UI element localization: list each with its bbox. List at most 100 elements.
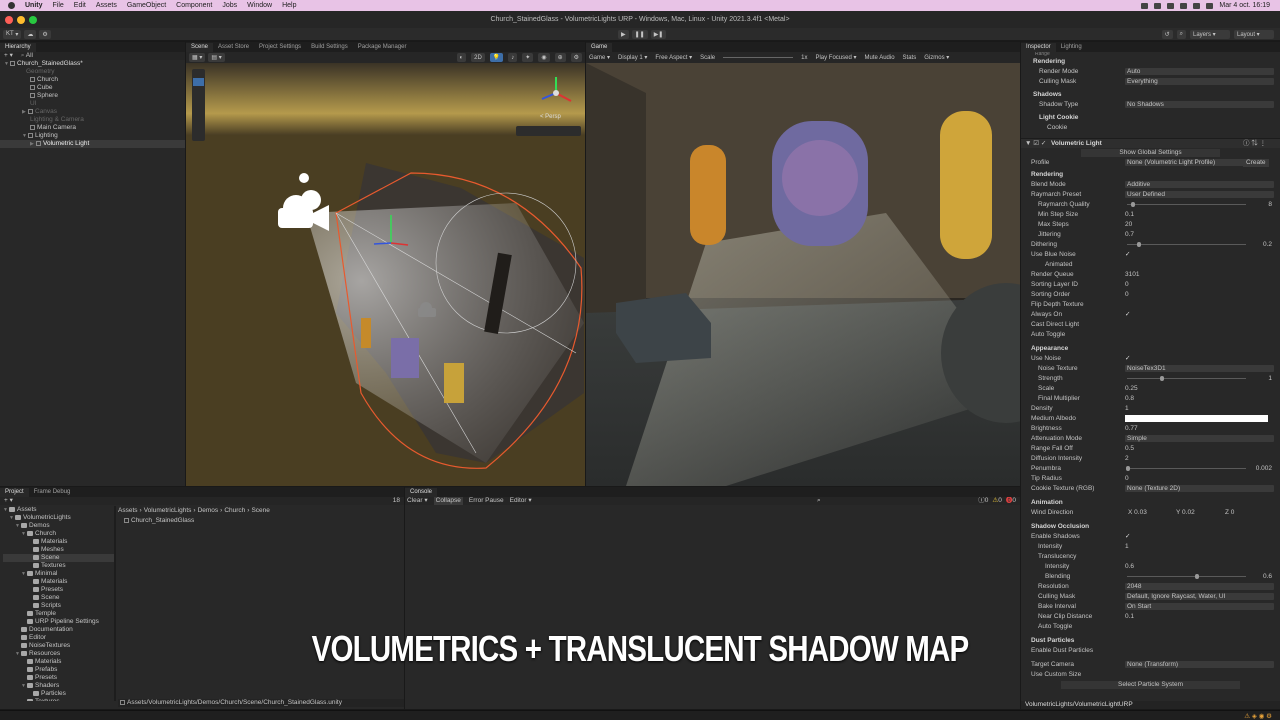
custom-size-row[interactable]: Use Custom Size xyxy=(1021,670,1280,680)
tree-item[interactable]: Scripts xyxy=(3,602,114,610)
tree-item[interactable]: Prefabs xyxy=(3,666,114,674)
menubar-clock[interactable]: Mar 4 oct. 16:19 xyxy=(1219,2,1270,9)
menu-file[interactable]: File xyxy=(53,2,64,9)
menu-jobs[interactable]: Jobs xyxy=(222,2,237,9)
error-pause-toggle[interactable]: Error Pause xyxy=(469,497,504,505)
audio-icon[interactable]: ♪ xyxy=(508,53,518,62)
tree-item[interactable]: Textures xyxy=(3,698,114,701)
prop-dropdown[interactable]: User Defined xyxy=(1125,191,1274,198)
mute-audio-toggle[interactable]: Mute Audio xyxy=(865,55,895,61)
scale-slider[interactable] xyxy=(723,57,794,58)
slider-track[interactable] xyxy=(1127,244,1246,245)
tree-item[interactable]: Materials xyxy=(3,578,114,586)
history-icon[interactable]: ↺ xyxy=(1161,30,1173,39)
tree-item[interactable]: Presets xyxy=(3,674,114,682)
collab-icon[interactable]: ⚙ xyxy=(39,29,51,39)
status-icon[interactable] xyxy=(1154,2,1162,9)
prop-checkbox[interactable]: ✓ xyxy=(1125,354,1274,364)
tree-item[interactable]: ▼ Shaders xyxy=(3,682,114,690)
stats-toggle[interactable]: Stats xyxy=(903,55,917,61)
cloud-icon[interactable]: ☁ xyxy=(24,29,37,39)
move-tool[interactable] xyxy=(193,78,204,86)
console-search-icon[interactable]: ⌕ xyxy=(817,497,821,505)
clear-button[interactable]: Clear ▾ xyxy=(407,497,428,505)
status-icon[interactable] xyxy=(1167,2,1175,9)
prop-value[interactable]: 0.6 xyxy=(1125,562,1274,572)
fx-icon[interactable]: ✦ xyxy=(522,53,534,62)
slider-handle[interactable] xyxy=(1130,202,1135,207)
menu-edit[interactable]: Edit xyxy=(74,2,86,9)
tree-item[interactable]: Temple xyxy=(3,610,114,618)
object-field[interactable]: None (Texture 2D) xyxy=(1125,485,1274,492)
tab-inspector[interactable]: Inspector xyxy=(1021,43,1056,52)
breadcrumb-item[interactable]: VolumetricLights xyxy=(144,507,192,515)
prop-value[interactable]: Additive xyxy=(1125,180,1274,188)
hierarchy-search[interactable]: + ▾ ⌕ All xyxy=(0,52,185,60)
pivot-icon[interactable]: ◐ xyxy=(456,53,467,62)
menu-gameobject[interactable]: GameObject xyxy=(127,2,166,9)
render-mode-dropdown[interactable]: Auto xyxy=(1125,68,1274,75)
slider-value[interactable]: 8 xyxy=(1268,200,1272,210)
message-count[interactable]: ⓿0 xyxy=(1006,497,1016,505)
hierarchy-item[interactable]: Cube xyxy=(0,84,185,92)
hierarchy-item[interactable]: ▶ Canvas xyxy=(0,108,185,116)
hierarchy-item[interactable]: Lighting & Camera xyxy=(0,116,185,124)
menu-component[interactable]: Component xyxy=(176,2,212,9)
prop-value[interactable]: 0 xyxy=(1125,290,1274,300)
slider-handle[interactable] xyxy=(1136,242,1141,247)
game-viewport[interactable] xyxy=(586,63,1020,486)
cookie-header[interactable]: Light Cookie xyxy=(1021,113,1280,123)
prop-dropdown[interactable]: Simple xyxy=(1125,435,1274,442)
pause-button[interactable]: ❚❚ xyxy=(631,30,648,39)
prop-value[interactable]: 3101 xyxy=(1125,270,1274,280)
prop-value[interactable]: None (Texture 2D) xyxy=(1125,484,1274,492)
scene-root[interactable]: ▼ Church_StainedGlass* xyxy=(0,60,185,68)
tree-item[interactable]: ▼ Minimal xyxy=(3,570,114,578)
prop-value[interactable]: On Start xyxy=(1125,602,1274,610)
prop-value[interactable]: 0.8 xyxy=(1125,394,1274,404)
shadow-type-dropdown[interactable]: No Shadows xyxy=(1125,101,1274,108)
tab-hierarchy[interactable]: Hierarchy xyxy=(0,43,36,52)
breadcrumb-item[interactable]: Assets xyxy=(118,507,138,515)
search-icon[interactable] xyxy=(1193,2,1201,9)
prop-checkbox[interactable]: ✓ xyxy=(1125,250,1274,260)
play-focused-dropdown[interactable]: Play Focused ▾ xyxy=(815,54,856,61)
tree-item[interactable]: ▼ Church xyxy=(3,530,114,538)
overlay-toolbar[interactable] xyxy=(516,126,581,136)
tab-scene[interactable]: Scene xyxy=(186,43,214,52)
tab-package-manager[interactable]: Package Manager xyxy=(353,43,412,52)
hierarchy-item[interactable]: ▼ Lighting xyxy=(0,132,185,140)
tree-item[interactable]: Materials xyxy=(3,538,114,546)
splitter[interactable] xyxy=(114,506,116,701)
hidden-icon[interactable]: ◉ xyxy=(538,53,550,62)
hierarchy-item-selected[interactable]: ▶ Volumetric Light xyxy=(0,140,185,148)
tree-item[interactable]: Textures xyxy=(3,562,114,570)
show-global-settings-button[interactable]: Show Global Settings xyxy=(1081,149,1220,157)
slider-value[interactable]: 0.6 xyxy=(1263,572,1272,582)
step-button[interactable]: ▶❚ xyxy=(650,30,667,39)
slider-value[interactable]: 1 xyxy=(1268,374,1272,384)
tree-item[interactable]: Scene xyxy=(3,594,114,602)
slider-track[interactable] xyxy=(1127,468,1246,469)
prop-value[interactable]: 0.1 xyxy=(1125,210,1274,220)
editor-dropdown[interactable]: Editor ▾ xyxy=(510,497,532,505)
status-icons[interactable]: ⚠ ◈ ◉ ⚙ xyxy=(1244,712,1272,720)
layout-dropdown[interactable]: Layout ▾ xyxy=(1234,30,1274,39)
slider-handle[interactable] xyxy=(1194,574,1199,579)
tab-build-settings[interactable]: Build Settings xyxy=(306,43,353,52)
game-mode-dropdown[interactable]: Game ▾ xyxy=(589,54,610,61)
prop-value[interactable]: 0 xyxy=(1125,474,1274,484)
hierarchy-item[interactable]: Church xyxy=(0,76,185,84)
control-center-icon[interactable] xyxy=(1206,2,1214,9)
prop-value[interactable]: Simple xyxy=(1125,434,1274,442)
menu-window[interactable]: Window xyxy=(247,2,272,9)
hierarchy-item[interactable]: UI xyxy=(0,100,185,108)
create-profile-button[interactable]: Create xyxy=(1243,159,1269,167)
display-dropdown[interactable]: Display 1 ▾ xyxy=(618,54,647,61)
tree-item[interactable]: ▼ VolumetricLights xyxy=(3,514,114,522)
color-swatch[interactable] xyxy=(1125,415,1268,422)
hierarchy-item[interactable]: Main Camera xyxy=(0,124,185,132)
prop-dropdown[interactable]: Default, Ignore Raycast, Water, UI xyxy=(1125,593,1274,600)
prop-value[interactable]: 0.5 xyxy=(1125,444,1274,454)
prop-dropdown[interactable]: On Start xyxy=(1125,603,1274,610)
